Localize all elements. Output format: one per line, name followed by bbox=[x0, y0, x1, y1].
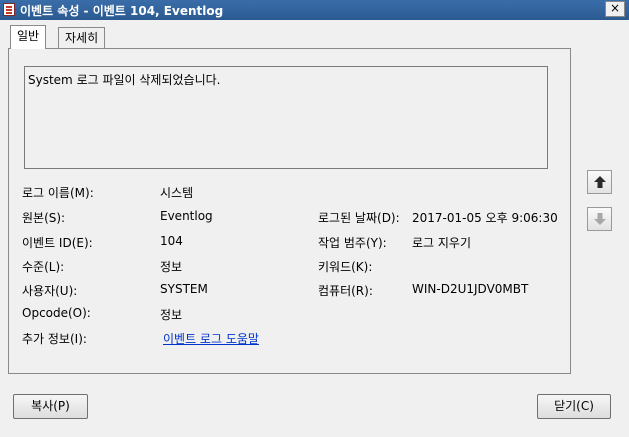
tab-general[interactable]: 일반 bbox=[10, 25, 47, 49]
logged-value: 2017-01-05 오후 9:06:30 bbox=[412, 211, 558, 225]
close-button[interactable]: 닫기(C) bbox=[537, 394, 611, 419]
source-label: 원본(S): bbox=[22, 211, 66, 225]
level-label: 수준(L): bbox=[22, 260, 65, 274]
logged-label: 로그된 날짜(D): bbox=[318, 211, 400, 225]
event-id-label: 이벤트 ID(E): bbox=[22, 236, 93, 250]
window-title: 이벤트 속성 - 이벤트 104, Eventlog bbox=[20, 4, 224, 18]
next-event-button[interactable] bbox=[587, 207, 612, 231]
event-viewer-icon bbox=[3, 3, 15, 16]
previous-event-button[interactable] bbox=[587, 170, 612, 194]
close-window-button[interactable]: × bbox=[605, 1, 625, 17]
log-name-value: 시스템 bbox=[160, 186, 194, 200]
opcode-value: 정보 bbox=[160, 308, 183, 322]
title-bar: 이벤트 속성 - 이벤트 104, Eventlog × bbox=[0, 0, 629, 20]
opcode-label: Opcode(O): bbox=[22, 306, 91, 320]
keywords-label: 키워드(K): bbox=[318, 260, 373, 274]
level-value: 정보 bbox=[160, 260, 183, 274]
event-description[interactable]: System 로그 파일이 삭제되었습니다. bbox=[24, 66, 548, 169]
user-label: 사용자(U): bbox=[22, 284, 78, 298]
user-value: SYSTEM bbox=[160, 282, 208, 296]
more-info-label: 추가 정보(I): bbox=[22, 332, 87, 346]
task-category-value: 로그 지우기 bbox=[412, 236, 472, 250]
computer-value: WIN-D2U1JDV0MBT bbox=[412, 282, 529, 296]
computer-label: 컴퓨터(R): bbox=[318, 284, 373, 298]
log-name-label: 로그 이름(M): bbox=[22, 186, 94, 200]
source-value: Eventlog bbox=[160, 209, 213, 223]
event-log-help-link[interactable]: 이벤트 로그 도움말 bbox=[163, 330, 259, 347]
copy-button[interactable]: 복사(P) bbox=[13, 394, 88, 419]
tab-details[interactable]: 자세히 bbox=[58, 27, 106, 49]
event-id-value: 104 bbox=[160, 234, 183, 248]
arrow-up-icon bbox=[594, 176, 606, 188]
task-category-label: 작업 범주(Y): bbox=[318, 236, 387, 250]
arrow-down-icon bbox=[594, 213, 606, 225]
